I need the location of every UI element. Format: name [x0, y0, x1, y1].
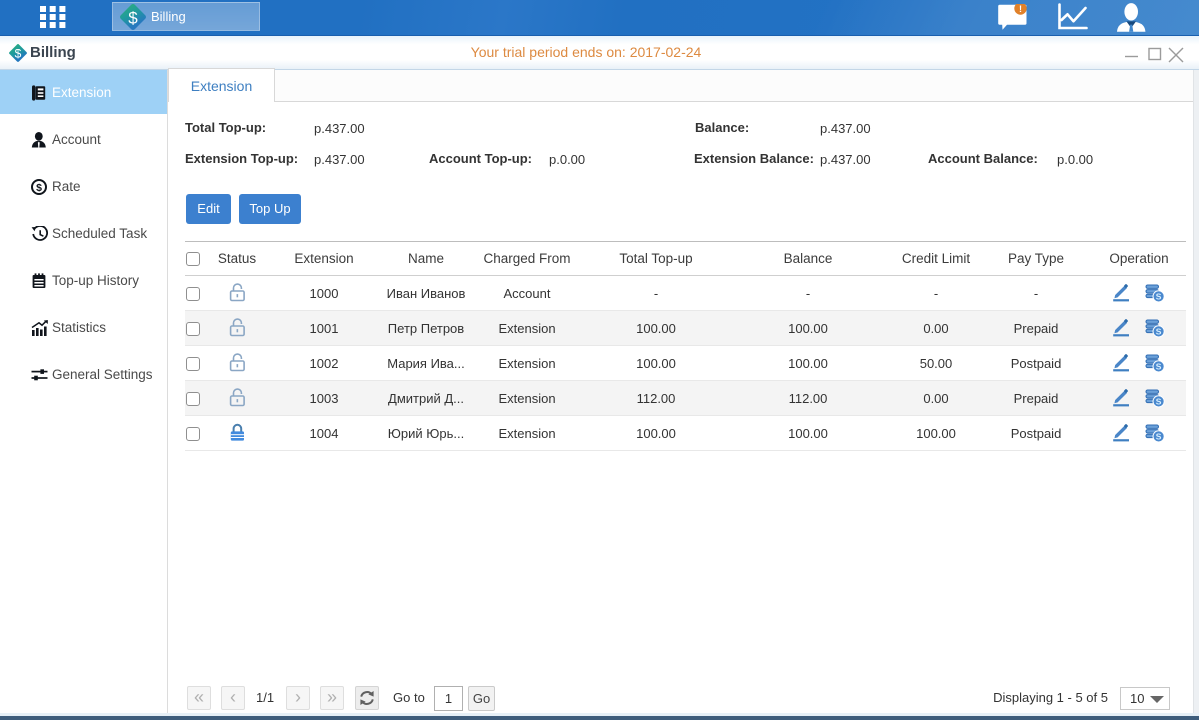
- svg-text:$: $: [15, 46, 22, 60]
- svg-text:$: $: [128, 9, 138, 28]
- svg-text:$: $: [36, 182, 42, 194]
- svg-text:!: !: [1019, 4, 1022, 14]
